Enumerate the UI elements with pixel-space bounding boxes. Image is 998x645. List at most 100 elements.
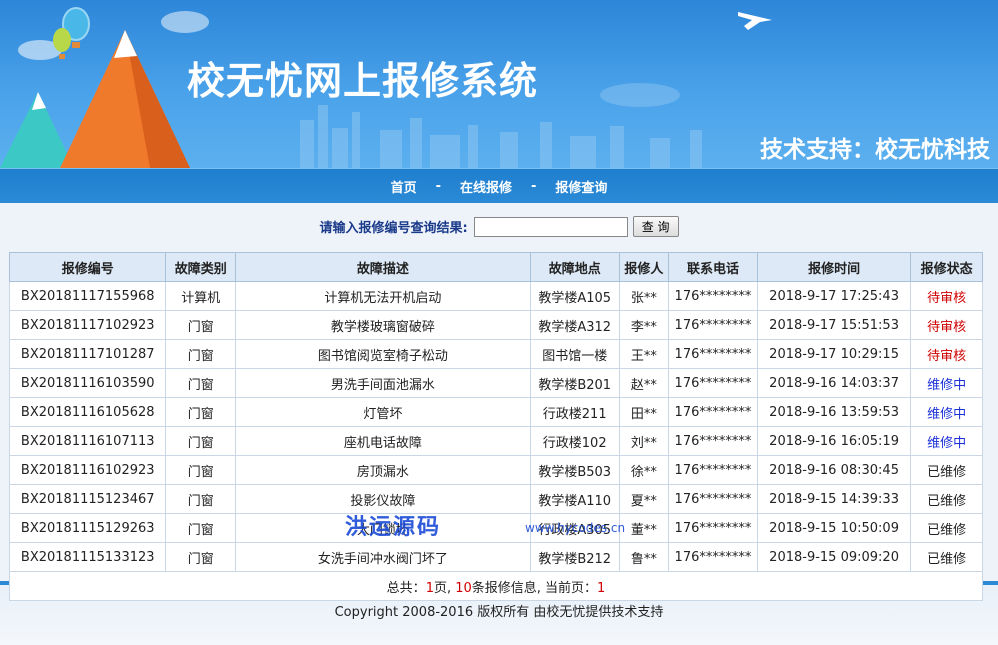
fault-description-cell: 投影仪故障 (235, 484, 531, 514)
fault-location-cell: 教学楼B503 (529, 455, 620, 485)
fault-location-cell: 教学楼A110 (529, 484, 620, 514)
fault-category-cell: 门窗 (165, 426, 237, 456)
repair-number-cell: BX20181117102923 (8, 310, 167, 340)
pagination-summary: 总共：1页, 10条报修信息, 当前页：1 (9, 571, 983, 601)
fault-category-cell: 门窗 (165, 310, 237, 340)
phone-cell: 176******** (668, 281, 758, 311)
repair-status-cell: 维修中 (910, 426, 983, 456)
repair-status-cell: 维修中 (910, 397, 983, 427)
table-row: BX20181116102923 门窗 房顶漏水 教学楼B503 徐** 176*****… (8, 455, 983, 485)
table-row: BX20181115129263 门窗 大门锁坏 行政楼A305 董** 176*****… (8, 513, 983, 543)
column-header: 故障类别 (165, 252, 237, 282)
reporter-cell: 李** (618, 310, 670, 340)
summary-records-suffix: 条报修信息, 当前页： (471, 580, 598, 596)
reporter-cell: 赵** (618, 368, 670, 398)
repair-status-cell: 待审核 (910, 281, 983, 311)
fault-location-cell: 行政楼211 (529, 397, 620, 427)
fault-description-cell: 座机电话故障 (235, 426, 531, 456)
column-header: 报修人 (618, 252, 670, 282)
reporter-cell: 董** (618, 513, 670, 543)
reporter-cell: 徐** (618, 455, 670, 485)
phone-cell: 176******** (668, 484, 758, 514)
repair-time-cell: 2018-9-15 14:39:33 (756, 484, 912, 514)
column-header: 报修时间 (756, 252, 912, 282)
nav-separator: - (531, 178, 537, 194)
summary-prefix: 总共： (386, 580, 426, 596)
copyright-text: Copyright 2008-2016 版权所有 由校无忧提供技术支持 (334, 605, 664, 620)
main-content: 请输入报修编号查询结果: 查 询 报修编号 故障类别 故障描述 故障地点 报修人 联系电话… (0, 203, 998, 601)
query-button[interactable]: 查 询 (632, 216, 679, 237)
repair-number-cell: BX20181115129263 (8, 513, 167, 543)
tech-support-text: 技术支持：校无忧科技 (760, 137, 990, 163)
repair-number-cell: BX20181116102923 (8, 455, 167, 485)
repair-time-cell: 2018-9-16 08:30:45 (756, 455, 912, 485)
fault-category-cell: 门窗 (165, 455, 237, 485)
main-nav: 首页 - 在线报修 - 报修查询 (0, 168, 998, 203)
repair-time-cell: 2018-9-16 14:03:37 (756, 368, 912, 398)
fault-location-cell: 教学楼B212 (529, 542, 620, 572)
column-header: 联系电话 (668, 252, 758, 282)
table-row: BX20181115133123 门窗 女洗手间冲水阀门坏了 教学楼B212 鲁** 17… (8, 542, 983, 572)
nav-repair-query-link[interactable]: 报修查询 (555, 177, 607, 196)
repair-time-cell: 2018-9-16 16:05:19 (756, 426, 912, 456)
phone-cell: 176******** (668, 339, 758, 369)
fault-category-cell: 门窗 (165, 513, 237, 543)
column-header: 故障地点 (529, 252, 620, 282)
fault-location-cell: 教学楼B201 (529, 368, 620, 398)
fault-description-cell: 教学楼玻璃窗破碎 (235, 310, 531, 340)
fault-description-cell: 房顶漏水 (235, 455, 531, 485)
phone-cell: 176******** (668, 455, 758, 485)
repair-status-cell: 维修中 (910, 368, 983, 398)
repair-number-cell: BX20181116107113 (8, 426, 167, 456)
nav-separator: - (435, 178, 441, 194)
reporter-cell: 刘** (618, 426, 670, 456)
fault-category-cell: 门窗 (165, 542, 237, 572)
repair-number-cell: BX20181117101287 (8, 339, 167, 369)
table-row: BX20181116107113 门窗 座机电话故障 行政楼102 刘** 176****… (8, 426, 983, 456)
repair-time-cell: 2018-9-17 10:29:15 (756, 339, 912, 369)
search-label: 请输入报修编号查询结果: (319, 221, 468, 236)
fault-location-cell: 图书馆一楼 (529, 339, 620, 369)
table-row: BX20181115123467 门窗 投影仪故障 教学楼A110 夏** 176****… (8, 484, 983, 514)
repair-time-cell: 2018-9-15 09:09:20 (756, 542, 912, 572)
fault-location-cell: 行政楼A305 (529, 513, 620, 543)
fault-category-cell: 门窗 (165, 339, 237, 369)
repair-status-cell: 待审核 (910, 310, 983, 340)
repair-number-input[interactable] (473, 216, 628, 237)
reporter-cell: 夏** (618, 484, 670, 514)
repair-number-cell: BX20181116103590 (8, 368, 167, 398)
column-header: 故障描述 (235, 252, 531, 282)
nav-home-link[interactable]: 首页 (391, 177, 417, 196)
repair-time-cell: 2018-9-17 17:25:43 (756, 281, 912, 311)
fault-location-cell: 行政楼102 (529, 426, 620, 456)
column-header: 报修状态 (910, 252, 983, 282)
fault-description-cell: 计算机无法开机启动 (235, 281, 531, 311)
repair-number-cell: BX20181115123467 (8, 484, 167, 514)
repair-time-cell: 2018-9-15 10:50:09 (756, 513, 912, 543)
system-title: 校无忧网上报修系统 (187, 59, 539, 103)
fault-description-cell: 灯管坏 (235, 397, 531, 427)
fault-description-cell: 女洗手间冲水阀门坏了 (235, 542, 531, 572)
reporter-cell: 张** (618, 281, 670, 311)
table-row: BX20181116105628 门窗 灯管坏 行政楼211 田** 176*******… (8, 397, 983, 427)
total-pages: 1 (425, 580, 434, 596)
search-bar: 请输入报修编号查询结果: 查 询 (0, 216, 998, 237)
repair-number-cell: BX20181117155968 (8, 281, 167, 311)
fault-location-cell: 教学楼A312 (529, 310, 620, 340)
repair-status-cell: 已维修 (910, 484, 983, 514)
table-summary-row: 总共：1页, 10条报修信息, 当前页：1 (9, 571, 983, 601)
reporter-cell: 王** (618, 339, 670, 369)
repair-time-cell: 2018-9-17 15:51:53 (756, 310, 912, 340)
fault-category-cell: 门窗 (165, 484, 237, 514)
repair-records-table: 报修编号 故障类别 故障描述 故障地点 报修人 联系电话 报修时间 报修状态 BX201811… (8, 252, 983, 601)
repair-status-cell: 待审核 (910, 339, 983, 369)
phone-cell: 176******** (668, 310, 758, 340)
table-header-row: 报修编号 故障类别 故障描述 故障地点 报修人 联系电话 报修时间 报修状态 (8, 252, 983, 282)
fault-category-cell: 门窗 (165, 368, 237, 398)
table-row: BX20181117101287 门窗 图书馆阅览室椅子松动 图书馆一楼 王** 176*… (8, 339, 983, 369)
phone-cell: 176******** (668, 368, 758, 398)
repair-number-cell: BX20181115133123 (8, 542, 167, 572)
summary-pages-suffix: 页, (433, 580, 456, 596)
total-records: 10 (455, 580, 472, 596)
nav-online-repair-link[interactable]: 在线报修 (460, 177, 512, 196)
